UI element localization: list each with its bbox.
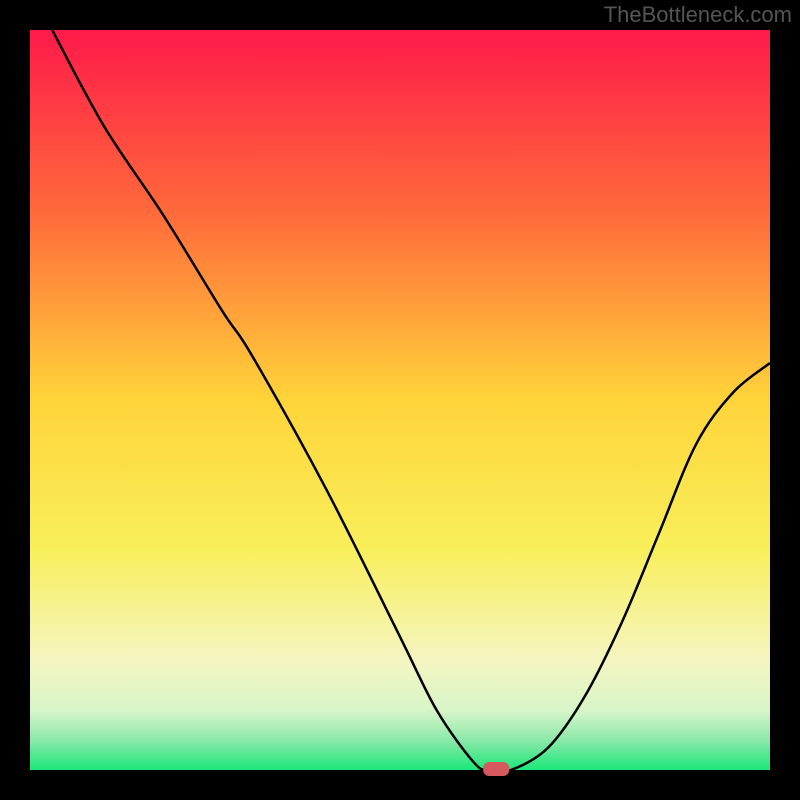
watermark-text: TheBottleneck.com xyxy=(604,2,792,28)
optimal-marker xyxy=(483,762,509,776)
bottleneck-chart xyxy=(0,0,800,800)
chart-container: TheBottleneck.com xyxy=(0,0,800,800)
gradient-background xyxy=(30,30,770,770)
